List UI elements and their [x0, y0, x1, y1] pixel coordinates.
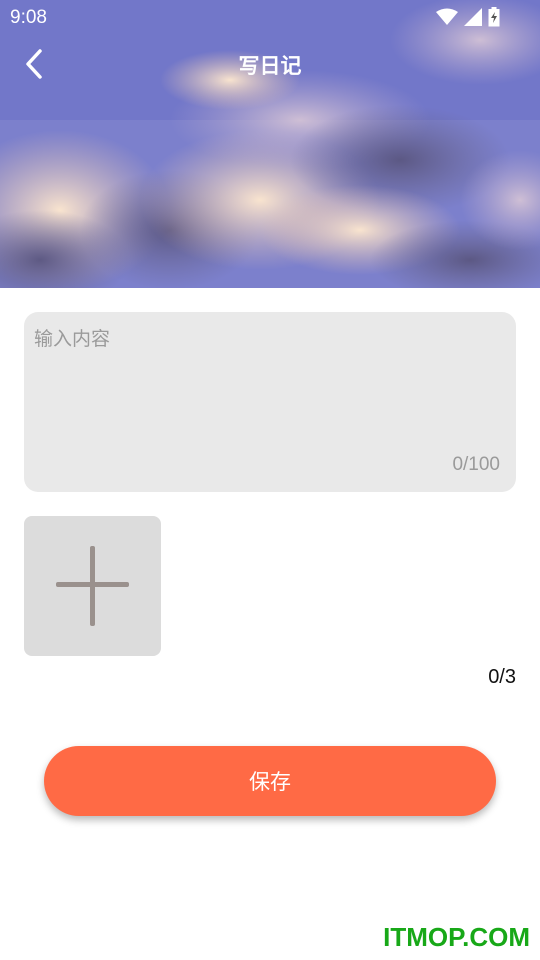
wifi-icon	[436, 8, 458, 25]
watermark: ITMOP.COM	[383, 922, 530, 952]
status-icons	[436, 7, 500, 27]
save-button[interactable]: 保存	[44, 746, 496, 816]
photo-counter: 0/3	[488, 666, 516, 688]
diary-content-input[interactable]	[32, 322, 506, 446]
battery-charging-icon	[488, 7, 500, 27]
status-time: 9:08	[10, 7, 47, 28]
diary-content-box: 0/100	[24, 312, 516, 492]
page-title: 写日记	[238, 54, 302, 78]
char-counter: 0/100	[452, 454, 500, 475]
nav-bar: 写日记	[0, 36, 540, 92]
add-photo-button[interactable]	[24, 516, 161, 656]
cellular-signal-icon	[464, 8, 482, 26]
status-bar: 9:08	[0, 0, 540, 36]
